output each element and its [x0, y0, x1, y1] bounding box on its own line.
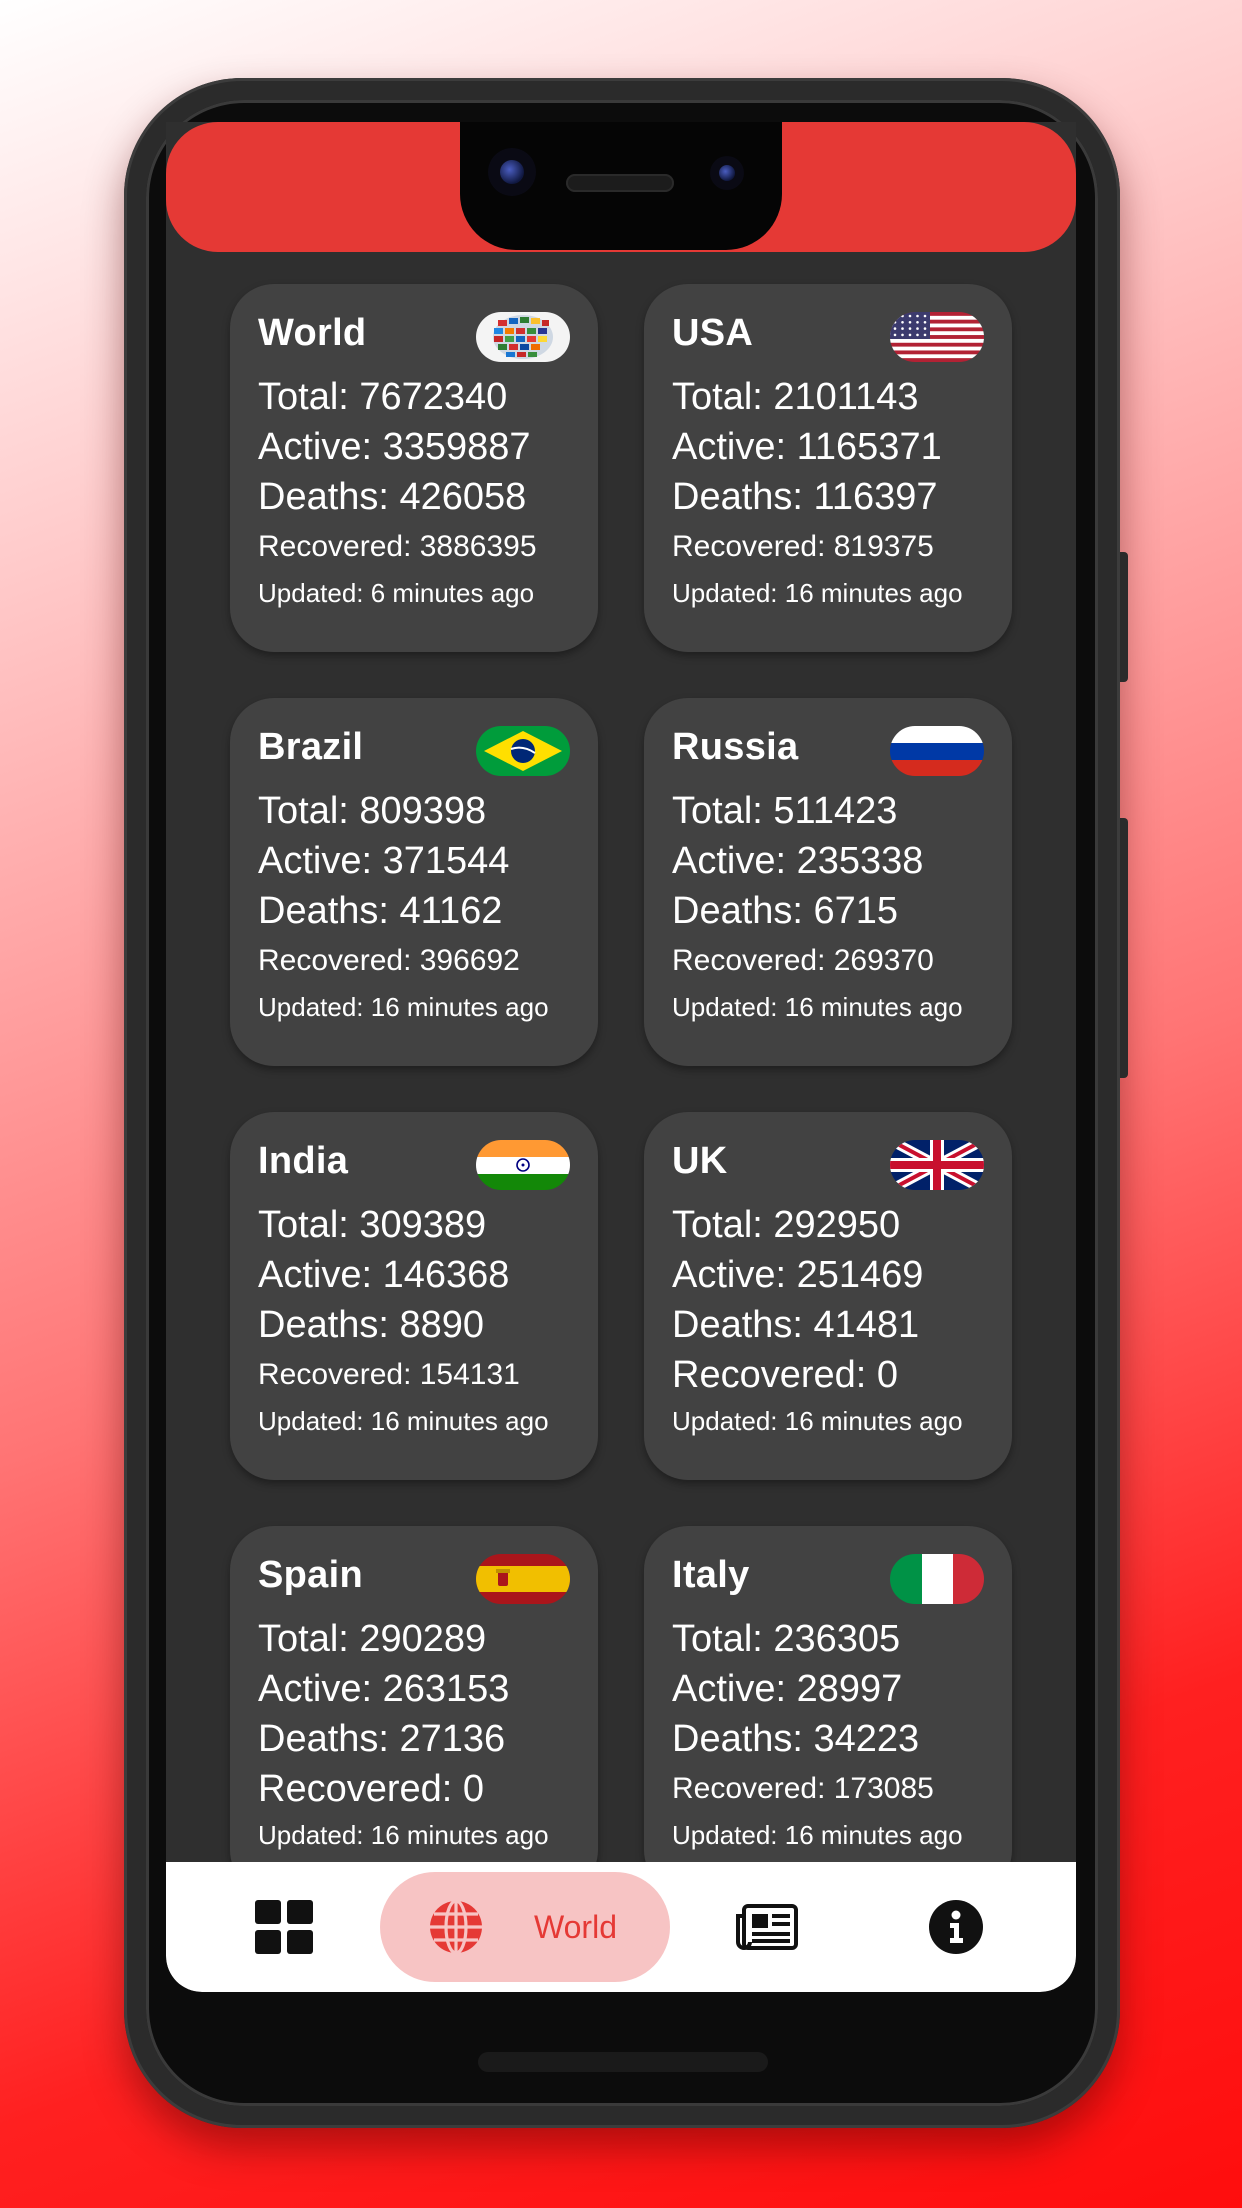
volume-button: [1120, 818, 1128, 1078]
nav-news[interactable]: [716, 1892, 816, 1962]
nav-world-label: World: [534, 1909, 617, 1945]
country-card-usa[interactable]: USA Total: 2101143 Active: 1165371 Deaths: …: [644, 284, 1012, 652]
country-card-spain[interactable]: Spain Total: 290289 Active: 263153 Deaths: …: [230, 1526, 598, 1894]
newspaper-icon: [736, 1904, 798, 1950]
nav-dashboard[interactable]: [234, 1892, 334, 1962]
total-cases: Total: 309389: [258, 1204, 487, 1246]
bottom-navigation-bar: World: [166, 1862, 1076, 1992]
updated-time: Updated: 6 minutes ago: [258, 578, 535, 608]
updated-time: Updated: 16 minutes ago: [672, 1406, 963, 1436]
proximity-sensor: [710, 156, 744, 190]
power-button: [1120, 552, 1128, 682]
front-camera: [488, 148, 536, 196]
recovered-count: Recovered: 269370: [672, 944, 934, 977]
total-cases: Total: 2101143: [672, 376, 919, 418]
country-name: Italy: [672, 1554, 750, 1596]
uk-flag-icon: [890, 1140, 984, 1190]
death-count: Deaths: 41162: [258, 890, 503, 932]
total-cases: Total: 236305: [672, 1618, 901, 1660]
recovered-count: Recovered: 3886395: [258, 530, 537, 563]
country-card-world[interactable]: World Total: 7672340 Active: 3359887 Deaths…: [230, 284, 598, 652]
active-cases: Active: 263153: [258, 1668, 510, 1710]
recovered-count: Recovered: 173085: [672, 1772, 934, 1805]
total-cases: Total: 511423: [672, 790, 898, 832]
updated-time: Updated: 16 minutes ago: [258, 1820, 549, 1850]
country-card-uk[interactable]: UK Total: 292950 Active: 251469 Deaths: 414…: [644, 1112, 1012, 1480]
active-cases: Active: 371544: [258, 840, 510, 882]
death-count: Deaths: 116397: [672, 476, 938, 518]
usa-flag-icon: [890, 312, 984, 362]
active-cases: Active: 251469: [672, 1254, 924, 1296]
death-count: Deaths: 8890: [258, 1304, 485, 1346]
recovered-count: Recovered: 396692: [258, 944, 520, 977]
updated-time: Updated: 16 minutes ago: [258, 1406, 549, 1436]
updated-time: Updated: 16 minutes ago: [672, 992, 963, 1022]
country-name: World: [258, 312, 367, 354]
total-cases: Total: 290289: [258, 1618, 487, 1660]
updated-time: Updated: 16 minutes ago: [258, 992, 549, 1022]
brazil-flag-icon: [476, 726, 570, 776]
country-name: India: [258, 1140, 349, 1182]
active-cases: Active: 146368: [258, 1254, 510, 1296]
active-cases: Active: 28997: [672, 1668, 903, 1710]
country-name: Spain: [258, 1554, 363, 1596]
death-count: Deaths: 27136: [258, 1718, 506, 1760]
recovered-count: Recovered: 154131: [258, 1358, 520, 1391]
home-indicator: [478, 2052, 768, 2072]
india-flag-icon: [476, 1140, 570, 1190]
recovered-count: Recovered: 819375: [672, 530, 934, 563]
active-cases: Active: 1165371: [672, 426, 942, 468]
updated-time: Updated: 16 minutes ago: [672, 1820, 963, 1850]
recovered-count: Recovered: 0: [672, 1354, 899, 1396]
nav-world[interactable]: World: [380, 1872, 670, 1982]
russia-flag-icon: [890, 726, 984, 776]
info-icon: [929, 1900, 983, 1954]
total-cases: Total: 7672340: [258, 376, 508, 418]
death-count: Deaths: 6715: [672, 890, 899, 932]
total-cases: Total: 809398: [258, 790, 487, 832]
death-count: Deaths: 34223: [672, 1718, 920, 1760]
spain-flag-icon: [476, 1554, 570, 1604]
death-count: Deaths: 41481: [672, 1304, 920, 1346]
app-screen: World Total: 7672340 Active: 3359887 Deaths…: [166, 122, 1076, 1992]
country-name: Russia: [672, 726, 799, 768]
country-card-italy[interactable]: Italy Total: 236305 Active: 28997 Deaths: 3…: [644, 1526, 1012, 1894]
nav-info[interactable]: [906, 1892, 1006, 1962]
active-cases: Active: 3359887: [258, 426, 531, 468]
dashboard-grid-icon: [255, 1900, 313, 1954]
active-cases: Active: 235338: [672, 840, 924, 882]
app-bar: [166, 122, 1076, 252]
updated-time: Updated: 16 minutes ago: [672, 578, 963, 608]
world-flags-icon: [476, 312, 570, 362]
country-name: UK: [672, 1140, 728, 1182]
country-card-russia[interactable]: Russia Total: 511423 Active: 235338 Deaths:…: [644, 698, 1012, 1066]
country-card-brazil[interactable]: Brazil Total: 809398 Active: 371544 Deaths:…: [230, 698, 598, 1066]
italy-flag-icon: [890, 1554, 984, 1604]
total-cases: Total: 292950: [672, 1204, 901, 1246]
country-card-india[interactable]: India Total: 309389 Active: 146368 Deaths: …: [230, 1112, 598, 1480]
country-name: Brazil: [258, 726, 364, 768]
recovered-count: Recovered: 0: [258, 1768, 485, 1810]
death-count: Deaths: 426058: [258, 476, 527, 518]
earpiece-speaker: [566, 174, 674, 192]
country-name: USA: [672, 312, 754, 354]
display-notch: [460, 122, 782, 250]
globe-icon: [430, 1899, 482, 1955]
